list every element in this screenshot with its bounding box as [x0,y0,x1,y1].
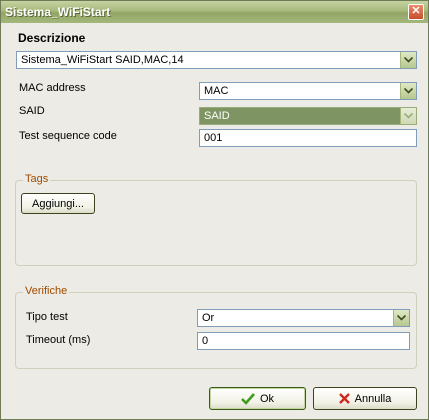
close-x-icon [338,393,350,404]
cancel-label: Annulla [354,392,392,405]
dialog-window: Sistema_WiFiStart ✕ Descrizione Sistema_… [0,0,429,420]
descrizione-label: Descrizione [18,31,86,45]
verifiche-group [15,292,417,369]
descrizione-value: Sistema_WiFiStart SAID,MAC,14 [21,54,184,66]
tags-group-title: Tags [23,173,51,185]
tipo-test-label: Tipo test [26,311,68,323]
mac-address-value: MAC [204,85,229,97]
said-label: SAID [19,105,45,117]
chevron-down-icon[interactable] [393,310,409,326]
verifiche-group-title: Verifiche [23,285,70,297]
tipo-test-value: Or [202,312,215,324]
add-tag-label: Aggiungi... [32,197,84,210]
descrizione-combo[interactable]: Sistema_WiFiStart SAID,MAC,14 [16,51,417,69]
timeout-input[interactable]: 0 [197,332,410,350]
mac-address-combo[interactable]: MAC [199,82,417,100]
test-sequence-code-input[interactable]: 001 [199,129,417,147]
mac-address-label: MAC address [19,82,86,94]
window-title: Sistema_WiFiStart [5,5,111,19]
test-sequence-code-label: Test sequence code [19,130,117,142]
chevron-down-icon[interactable] [400,52,416,68]
ok-button[interactable]: Ok [209,387,306,410]
title-bar[interactable]: Sistema_WiFiStart ✕ [1,1,428,23]
timeout-value: 0 [202,335,209,347]
close-button[interactable]: ✕ [408,4,424,20]
close-icon: ✕ [411,5,421,17]
chevron-down-icon[interactable] [400,83,416,99]
tipo-test-combo[interactable]: Or [197,309,410,327]
said-combo: SAID [199,107,417,125]
test-sequence-code-value: 001 [204,132,223,144]
chevron-down-icon [400,108,416,124]
ok-label: Ok [259,392,275,405]
checkmark-icon [241,392,255,405]
timeout-label: Timeout (ms) [26,334,91,346]
add-tag-button[interactable]: Aggiungi... [21,193,95,214]
cancel-button[interactable]: Annulla [313,387,417,410]
said-value: SAID [204,110,230,122]
